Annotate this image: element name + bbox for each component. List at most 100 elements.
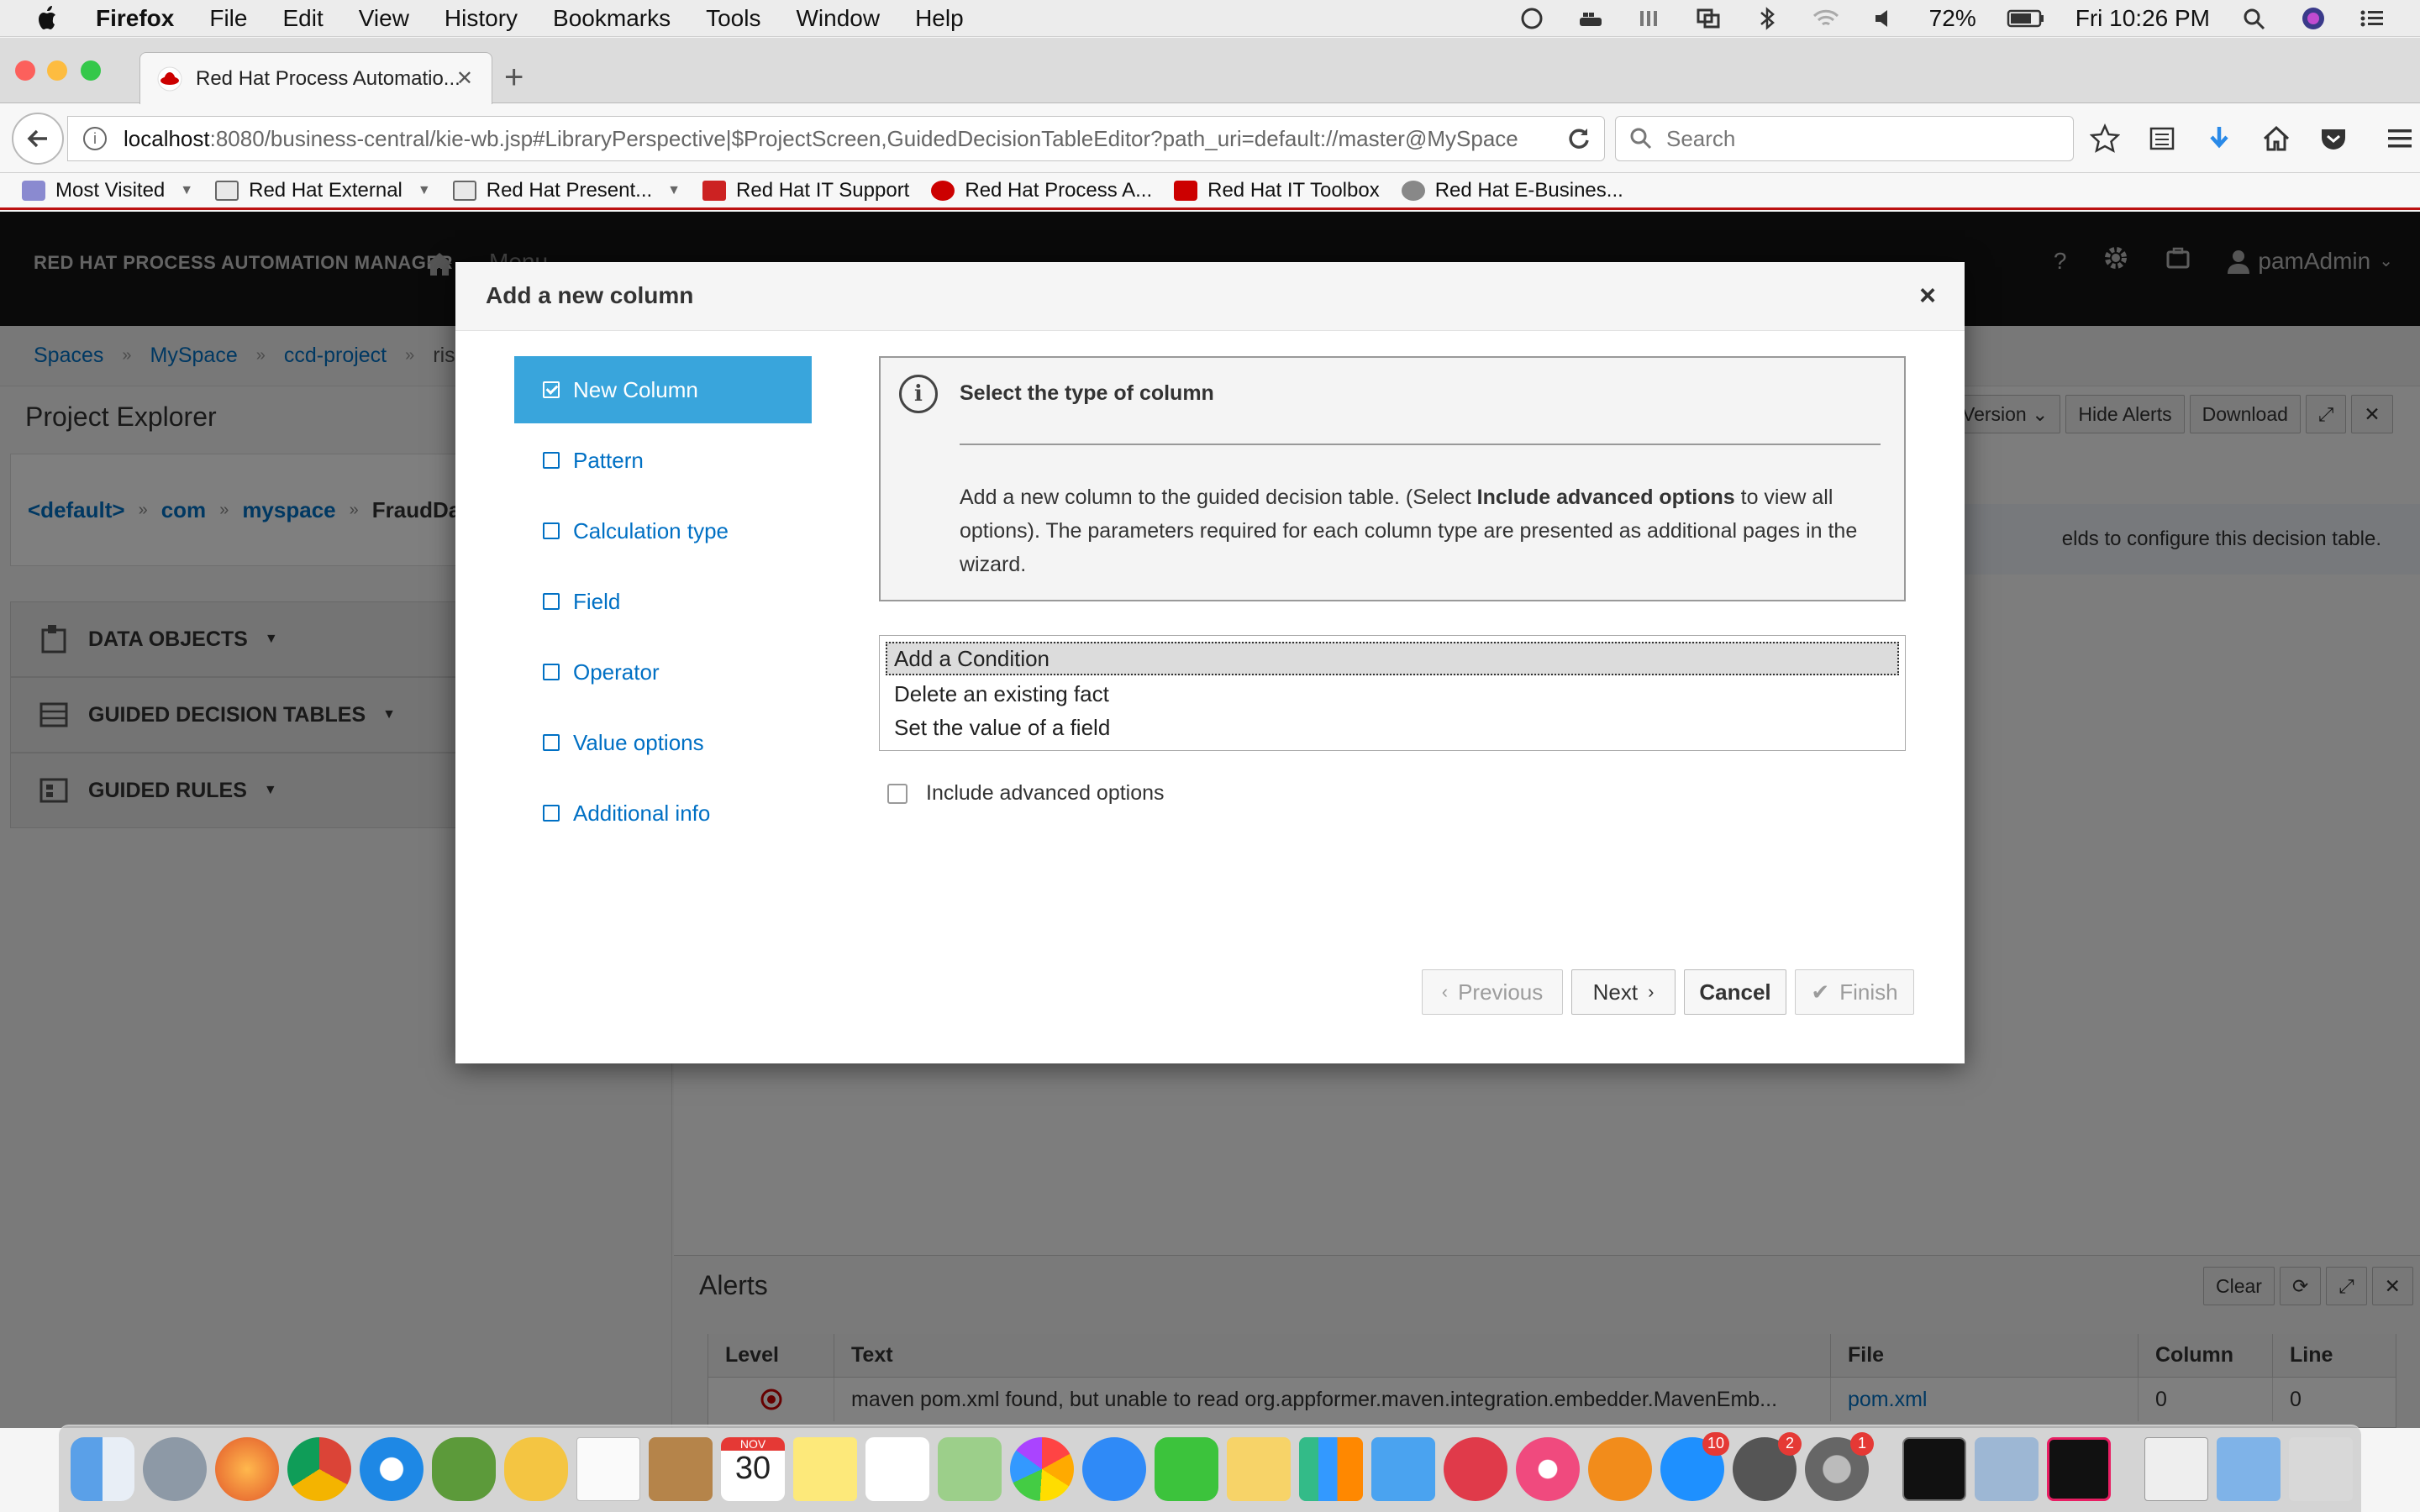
reload-icon[interactable] — [1565, 125, 1592, 158]
docker-icon[interactable] — [1576, 6, 1605, 31]
bookmark-label: Red Hat Present... — [486, 178, 653, 202]
folder-icon[interactable] — [2217, 1436, 2281, 1501]
wizard-step-pattern[interactable]: Pattern — [514, 427, 812, 494]
back-button[interactable] — [12, 113, 64, 165]
bookmark-star-icon[interactable] — [2089, 123, 2121, 155]
option-set-field-value[interactable]: Set the value of a field — [886, 711, 1899, 744]
duck-app-icon[interactable] — [504, 1436, 568, 1501]
menu-view[interactable]: View — [359, 5, 409, 32]
terminal-icon[interactable] — [1902, 1436, 1966, 1501]
home-icon[interactable] — [2260, 123, 2292, 155]
calendar-icon[interactable]: NOV 30 — [721, 1436, 785, 1501]
menu-file[interactable]: File — [209, 5, 247, 32]
wizard-step-new-column[interactable]: New Column — [514, 356, 812, 423]
menu-bookmarks[interactable]: Bookmarks — [553, 5, 671, 32]
safari-icon[interactable] — [360, 1436, 424, 1501]
dialog-close-icon[interactable]: × — [1914, 279, 1941, 312]
hamburger-menu-icon[interactable] — [2375, 123, 2420, 155]
wizard-step-additional-info[interactable]: Additional info — [514, 780, 812, 847]
bookmark-folder-redhat-present[interactable]: Red Hat Present... ▼ — [452, 178, 681, 202]
wizard-step-operator[interactable]: Operator — [514, 638, 812, 706]
frog-app-icon[interactable] — [432, 1436, 496, 1501]
downloads-stack-icon[interactable] — [2144, 1436, 2208, 1501]
preview-icon[interactable] — [1975, 1436, 2039, 1501]
wizard-step-field[interactable]: Field — [514, 568, 812, 635]
messages-icon[interactable] — [1082, 1436, 1146, 1501]
finder-icon[interactable] — [71, 1436, 134, 1501]
tab-close-icon[interactable]: ✕ — [456, 66, 473, 91]
ibooks-icon[interactable] — [1588, 1436, 1652, 1501]
intellij-icon[interactable] — [2047, 1436, 2111, 1501]
advanced-options-label[interactable]: Include advanced options — [926, 781, 1165, 806]
menu-history[interactable]: History — [445, 5, 518, 32]
reading-list-icon[interactable] — [2146, 123, 2178, 155]
search-bar[interactable]: Search — [1615, 116, 2074, 161]
photos-icon[interactable] — [1010, 1436, 1074, 1501]
network-icon[interactable] — [1635, 6, 1664, 31]
spotlight-search-icon[interactable] — [2240, 6, 2269, 31]
document-icon[interactable] — [576, 1436, 640, 1501]
macos-menu-bar: Firefox File Edit View History Bookmarks… — [0, 0, 2420, 37]
window-close-button[interactable] — [15, 60, 35, 81]
system-preferences-icon[interactable]: 1 — [1805, 1431, 1874, 1501]
launchpad-icon[interactable] — [143, 1436, 207, 1501]
bookmark-redhat-process-a[interactable]: Red Hat Process A... — [931, 179, 1152, 202]
itunes-icon[interactable] — [1516, 1436, 1580, 1501]
maps-icon[interactable] — [938, 1436, 1002, 1501]
menu-app-name[interactable]: Firefox — [96, 5, 174, 32]
option-delete-fact[interactable]: Delete an existing fact — [886, 677, 1899, 711]
previous-button[interactable]: ‹ Previous — [1422, 969, 1563, 1015]
facetime-icon[interactable] — [1155, 1436, 1218, 1501]
menu-window[interactable]: Window — [796, 5, 880, 32]
wifi-icon[interactable] — [1812, 6, 1840, 31]
downloads-icon[interactable] — [2203, 123, 2235, 155]
pages-icon[interactable] — [1227, 1436, 1291, 1501]
bookmark-label: Most Visited — [55, 178, 166, 202]
window-minimize-button[interactable] — [47, 60, 67, 81]
checkbox-icon — [543, 452, 560, 469]
site-info-icon[interactable]: i — [83, 127, 107, 150]
bookmark-folder-redhat-external[interactable]: Red Hat External ▼ — [215, 179, 431, 202]
numbers-icon[interactable] — [1299, 1436, 1363, 1501]
bookmark-redhat-it-support[interactable]: Red Hat IT Support — [702, 179, 909, 202]
menu-help[interactable]: Help — [915, 5, 964, 32]
advanced-options-checkbox[interactable] — [887, 783, 908, 804]
keynote-icon[interactable] — [1371, 1436, 1435, 1501]
option-add-condition[interactable]: Add a Condition — [886, 642, 1899, 675]
display-icon[interactable] — [1694, 6, 1723, 31]
menu-tools[interactable]: Tools — [706, 5, 760, 32]
window-zoom-button[interactable] — [81, 60, 101, 81]
vpn-icon[interactable] — [1518, 6, 1546, 31]
wizard-step-calculation-type[interactable]: Calculation type — [514, 497, 812, 564]
mail-app-icon[interactable]: 2 — [1733, 1431, 1802, 1501]
bookmark-redhat-it-toolbox[interactable]: Red Hat IT Toolbox — [1174, 179, 1380, 202]
bookmark-redhat-e-business[interactable]: Red Hat E-Busines... — [1401, 179, 1623, 202]
volume-icon[interactable] — [1870, 6, 1899, 31]
reminders-icon[interactable] — [865, 1436, 929, 1501]
next-button[interactable]: Next › — [1571, 969, 1676, 1015]
bookmark-most-visited[interactable]: Most Visited ▼ — [22, 179, 193, 202]
app-store-icon[interactable]: 10 — [1660, 1431, 1729, 1501]
clock[interactable]: Fri 10:26 PM — [2075, 5, 2210, 32]
apple-menu-icon[interactable] — [34, 4, 62, 33]
notes-icon[interactable] — [793, 1436, 857, 1501]
step-label: Additional info — [573, 800, 711, 826]
pocket-icon[interactable] — [2317, 123, 2349, 155]
siri-icon[interactable] — [2299, 6, 2328, 31]
browser-tab-active[interactable]: Red Hat Process Automatio... ✕ — [139, 52, 492, 104]
menu-edit[interactable]: Edit — [282, 5, 323, 32]
firefox-icon[interactable] — [215, 1436, 279, 1501]
bluetooth-icon[interactable] — [1753, 6, 1781, 31]
finish-button[interactable]: ✔ Finish — [1795, 969, 1914, 1015]
news-icon[interactable] — [1444, 1436, 1507, 1501]
contacts-icon[interactable] — [649, 1436, 713, 1501]
cancel-button[interactable]: Cancel — [1684, 969, 1786, 1015]
notification-center-icon[interactable] — [2358, 6, 2386, 31]
battery-icon[interactable] — [2007, 6, 2045, 31]
wizard-step-value-options[interactable]: Value options — [514, 709, 812, 776]
trash-icon[interactable] — [2289, 1436, 2353, 1501]
new-tab-button[interactable]: + — [504, 60, 523, 94]
checkbox-icon — [543, 805, 560, 822]
chrome-icon[interactable] — [287, 1436, 351, 1501]
url-bar[interactable]: i localhost:8080/business-central/kie-wb… — [67, 116, 1605, 161]
